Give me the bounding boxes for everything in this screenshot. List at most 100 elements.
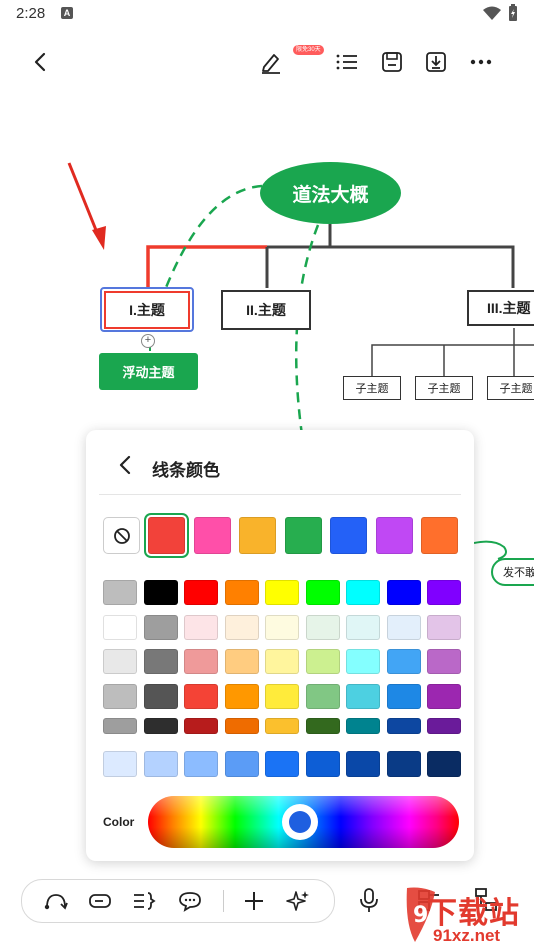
battery-icon	[509, 4, 517, 21]
blue-shade-swatch[interactable]	[143, 751, 178, 777]
palette-swatch[interactable]	[427, 718, 461, 734]
style-button[interactable]	[258, 49, 284, 75]
blue-shade-swatch[interactable]	[265, 751, 299, 777]
side-topic[interactable]: 发不敢	[491, 558, 534, 586]
panel-title: 线条颜色	[152, 461, 220, 480]
palette-swatch[interactable]	[103, 718, 137, 734]
palette-swatch[interactable]	[103, 580, 137, 605]
theme-color-swatch[interactable]	[239, 517, 276, 554]
relation-button[interactable]	[44, 889, 68, 913]
palette-swatch[interactable]	[427, 649, 461, 674]
palette-swatch[interactable]	[346, 580, 380, 605]
hue-slider-knob-fill	[289, 811, 311, 833]
palette-swatch[interactable]	[305, 683, 340, 709]
palette-swatch[interactable]	[265, 580, 299, 605]
watermark-url: 91xz.net	[433, 926, 501, 945]
palette-swatch[interactable]	[103, 649, 137, 674]
palette-swatch[interactable]	[346, 649, 380, 674]
palette-swatch[interactable]	[143, 683, 178, 709]
status-time: 2:28	[16, 5, 46, 22]
palette-swatch[interactable]	[184, 649, 218, 674]
palette-swatch[interactable]	[386, 614, 421, 640]
bottom-toolbar	[21, 879, 335, 923]
palette-swatch[interactable]	[305, 614, 340, 640]
palette-swatch[interactable]	[265, 683, 299, 709]
theme-color-swatch[interactable]	[284, 517, 322, 554]
blue-shade-swatch[interactable]	[427, 751, 461, 777]
palette-swatch[interactable]	[265, 649, 299, 674]
palette-swatch[interactable]	[184, 614, 218, 640]
palette-swatch[interactable]	[346, 718, 380, 734]
palette-swatch[interactable]	[224, 649, 259, 674]
subtopic-3[interactable]: 子主题	[487, 376, 534, 400]
palette-swatch[interactable]	[103, 683, 137, 709]
palette-swatch[interactable]	[386, 580, 421, 605]
subtopic-2[interactable]: 子主题	[415, 376, 473, 400]
palette-swatch[interactable]	[305, 718, 340, 734]
blue-shade-swatch[interactable]	[184, 751, 218, 777]
palette-swatch[interactable]	[427, 580, 461, 605]
back-button[interactable]	[27, 49, 53, 75]
label-button[interactable]	[88, 889, 112, 913]
blue-shade-swatch[interactable]	[103, 751, 137, 777]
blue-shade-swatch[interactable]	[224, 751, 259, 777]
export-button[interactable]	[423, 49, 449, 75]
hue-slider-knob[interactable]	[282, 804, 318, 840]
palette-swatch[interactable]	[305, 580, 340, 605]
palette-swatch[interactable]	[265, 614, 299, 640]
add-child-icon[interactable]: +	[141, 334, 155, 348]
palette-swatch[interactable]	[427, 683, 461, 709]
palette-swatch[interactable]	[184, 683, 218, 709]
palette-swatch[interactable]	[346, 683, 380, 709]
palette-swatch[interactable]	[143, 614, 178, 640]
palette-swatch[interactable]	[143, 718, 178, 734]
list-icon	[336, 54, 357, 70]
theme-color-swatch[interactable]	[375, 517, 413, 554]
main-topic-1[interactable]: I.主题	[104, 291, 190, 329]
comment-icon	[179, 892, 201, 912]
no-color-button[interactable]	[103, 517, 140, 554]
summary-button[interactable]	[132, 889, 156, 913]
theme-color-swatch[interactable]	[148, 517, 185, 554]
chevron-left-icon	[119, 455, 131, 475]
voice-button[interactable]	[357, 888, 381, 912]
palette-swatch[interactable]	[103, 614, 137, 640]
floating-topic[interactable]: 浮动主题	[99, 353, 198, 390]
palette-swatch[interactable]	[224, 683, 259, 709]
panel-back-button[interactable]	[114, 454, 136, 476]
theme-color-swatch[interactable]	[193, 517, 231, 554]
palette-swatch[interactable]	[346, 614, 380, 640]
palette-swatch[interactable]	[224, 718, 259, 734]
palette-swatch[interactable]	[184, 580, 218, 605]
blue-shade-swatch[interactable]	[305, 751, 340, 777]
palette-swatch[interactable]	[386, 718, 421, 734]
palette-swatch[interactable]	[386, 649, 421, 674]
palette-swatch[interactable]	[265, 718, 299, 734]
palette-swatch[interactable]	[427, 614, 461, 640]
main-topic-2[interactable]: II.主题	[221, 290, 311, 330]
palette-swatch[interactable]	[143, 649, 178, 674]
comment-button[interactable]	[178, 889, 202, 913]
palette-swatch[interactable]	[184, 718, 218, 734]
subtopic-1[interactable]: 子主题	[343, 376, 401, 400]
palette-swatch[interactable]	[143, 580, 178, 605]
notification-icon: A	[61, 7, 73, 19]
blue-shade-swatch[interactable]	[346, 751, 380, 777]
status-bar: 2:28 A	[0, 0, 534, 28]
blue-shade-swatch[interactable]	[386, 751, 421, 777]
save-button[interactable]	[379, 49, 405, 75]
theme-color-swatch[interactable]	[330, 517, 367, 554]
add-topic-button[interactable]	[242, 889, 266, 913]
more-button[interactable]	[468, 49, 494, 75]
palette-swatch[interactable]	[386, 683, 421, 709]
outline-button[interactable]	[334, 49, 360, 75]
theme-color-swatch[interactable]	[421, 517, 458, 554]
ai-button[interactable]	[286, 889, 310, 913]
main-topic-3[interactable]: III.主题	[467, 290, 534, 326]
microphone-icon	[360, 888, 378, 912]
palette-swatch[interactable]	[224, 614, 259, 640]
palette-swatch[interactable]	[305, 649, 340, 674]
palette-swatch[interactable]	[224, 580, 259, 605]
root-topic[interactable]: 道法大概	[260, 162, 401, 224]
label-icon	[89, 894, 111, 908]
